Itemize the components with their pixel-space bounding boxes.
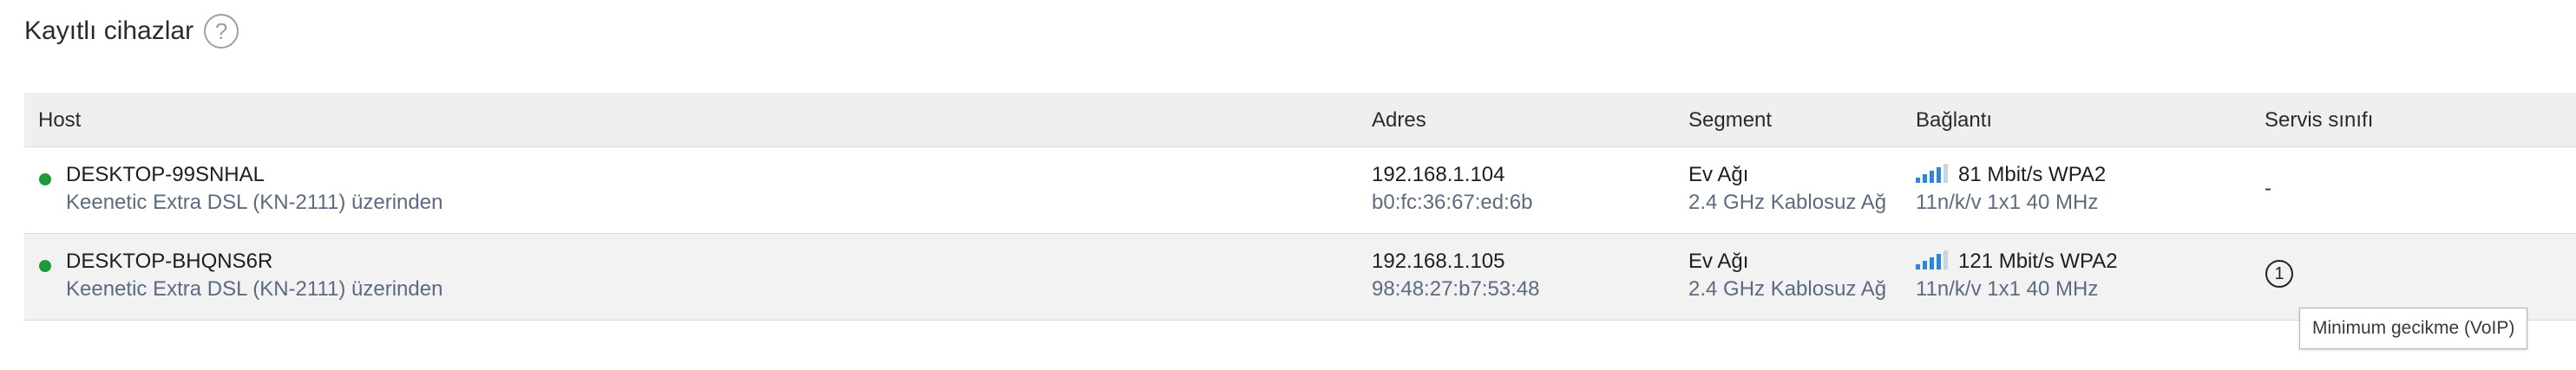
segment-band: 2.4 GHz Kablosuz Ağ — [1688, 277, 1887, 301]
column-header-segment[interactable]: Segment — [1688, 108, 1772, 133]
service-class-tooltip: Minimum gecikme (VoIP) — [2299, 308, 2528, 349]
signal-strength-icon — [1916, 250, 1948, 269]
table-row[interactable]: DESKTOP-BHQNS6R Keenetic Extra DSL (KN-2… — [24, 234, 2576, 321]
number-one-circle-icon[interactable]: 1 — [2265, 260, 2293, 288]
link-speed: 121 Mbit/s WPA2 — [1958, 250, 2118, 273]
table-header: Host Adres Segment Bağlantı Servis sınıf… — [24, 93, 2576, 147]
ip-address: 192.168.1.105 — [1372, 250, 1505, 273]
page-title: Kayıtlı cihazlar — [24, 16, 194, 45]
mac-address: 98:48:27:b7:53:48 — [1372, 277, 1540, 301]
column-header-address[interactable]: Adres — [1372, 108, 1426, 133]
host-via: Keenetic Extra DSL (KN-2111) üzerinden — [66, 191, 443, 214]
column-header-host[interactable]: Host — [38, 108, 81, 133]
online-status-dot — [39, 260, 51, 272]
link-speed: 81 Mbit/s WPA2 — [1958, 163, 2107, 186]
registered-devices-table: Host Adres Segment Bağlantı Servis sınıf… — [24, 93, 2576, 321]
host-name[interactable]: DESKTOP-99SNHAL — [66, 163, 265, 187]
section-header: Kayıtlı cihazlar ? — [24, 14, 239, 49]
online-status-dot — [39, 173, 51, 185]
wifi-mode: 11n/k/v 1x1 40 MHz — [1916, 191, 2099, 214]
service-class-value: - — [2265, 177, 2271, 200]
table-row[interactable]: DESKTOP-99SNHAL Keenetic Extra DSL (KN-2… — [24, 147, 2576, 234]
segment-name: Ev Ağı — [1688, 250, 1749, 273]
segment-band: 2.4 GHz Kablosuz Ağ — [1688, 191, 1887, 214]
segment-name: Ev Ağı — [1688, 163, 1749, 186]
wifi-mode: 11n/k/v 1x1 40 MHz — [1916, 277, 2099, 301]
host-name[interactable]: DESKTOP-BHQNS6R — [66, 250, 272, 274]
column-header-service-class[interactable]: Servis sınıfı — [2265, 108, 2373, 133]
help-icon[interactable]: ? — [204, 14, 239, 49]
signal-strength-icon — [1916, 164, 1948, 183]
host-via: Keenetic Extra DSL (KN-2111) üzerinden — [66, 277, 443, 301]
mac-address: b0:fc:36:67:ed:6b — [1372, 191, 1533, 214]
ip-address: 192.168.1.104 — [1372, 163, 1505, 186]
column-header-connection[interactable]: Bağlantı — [1916, 108, 1992, 133]
